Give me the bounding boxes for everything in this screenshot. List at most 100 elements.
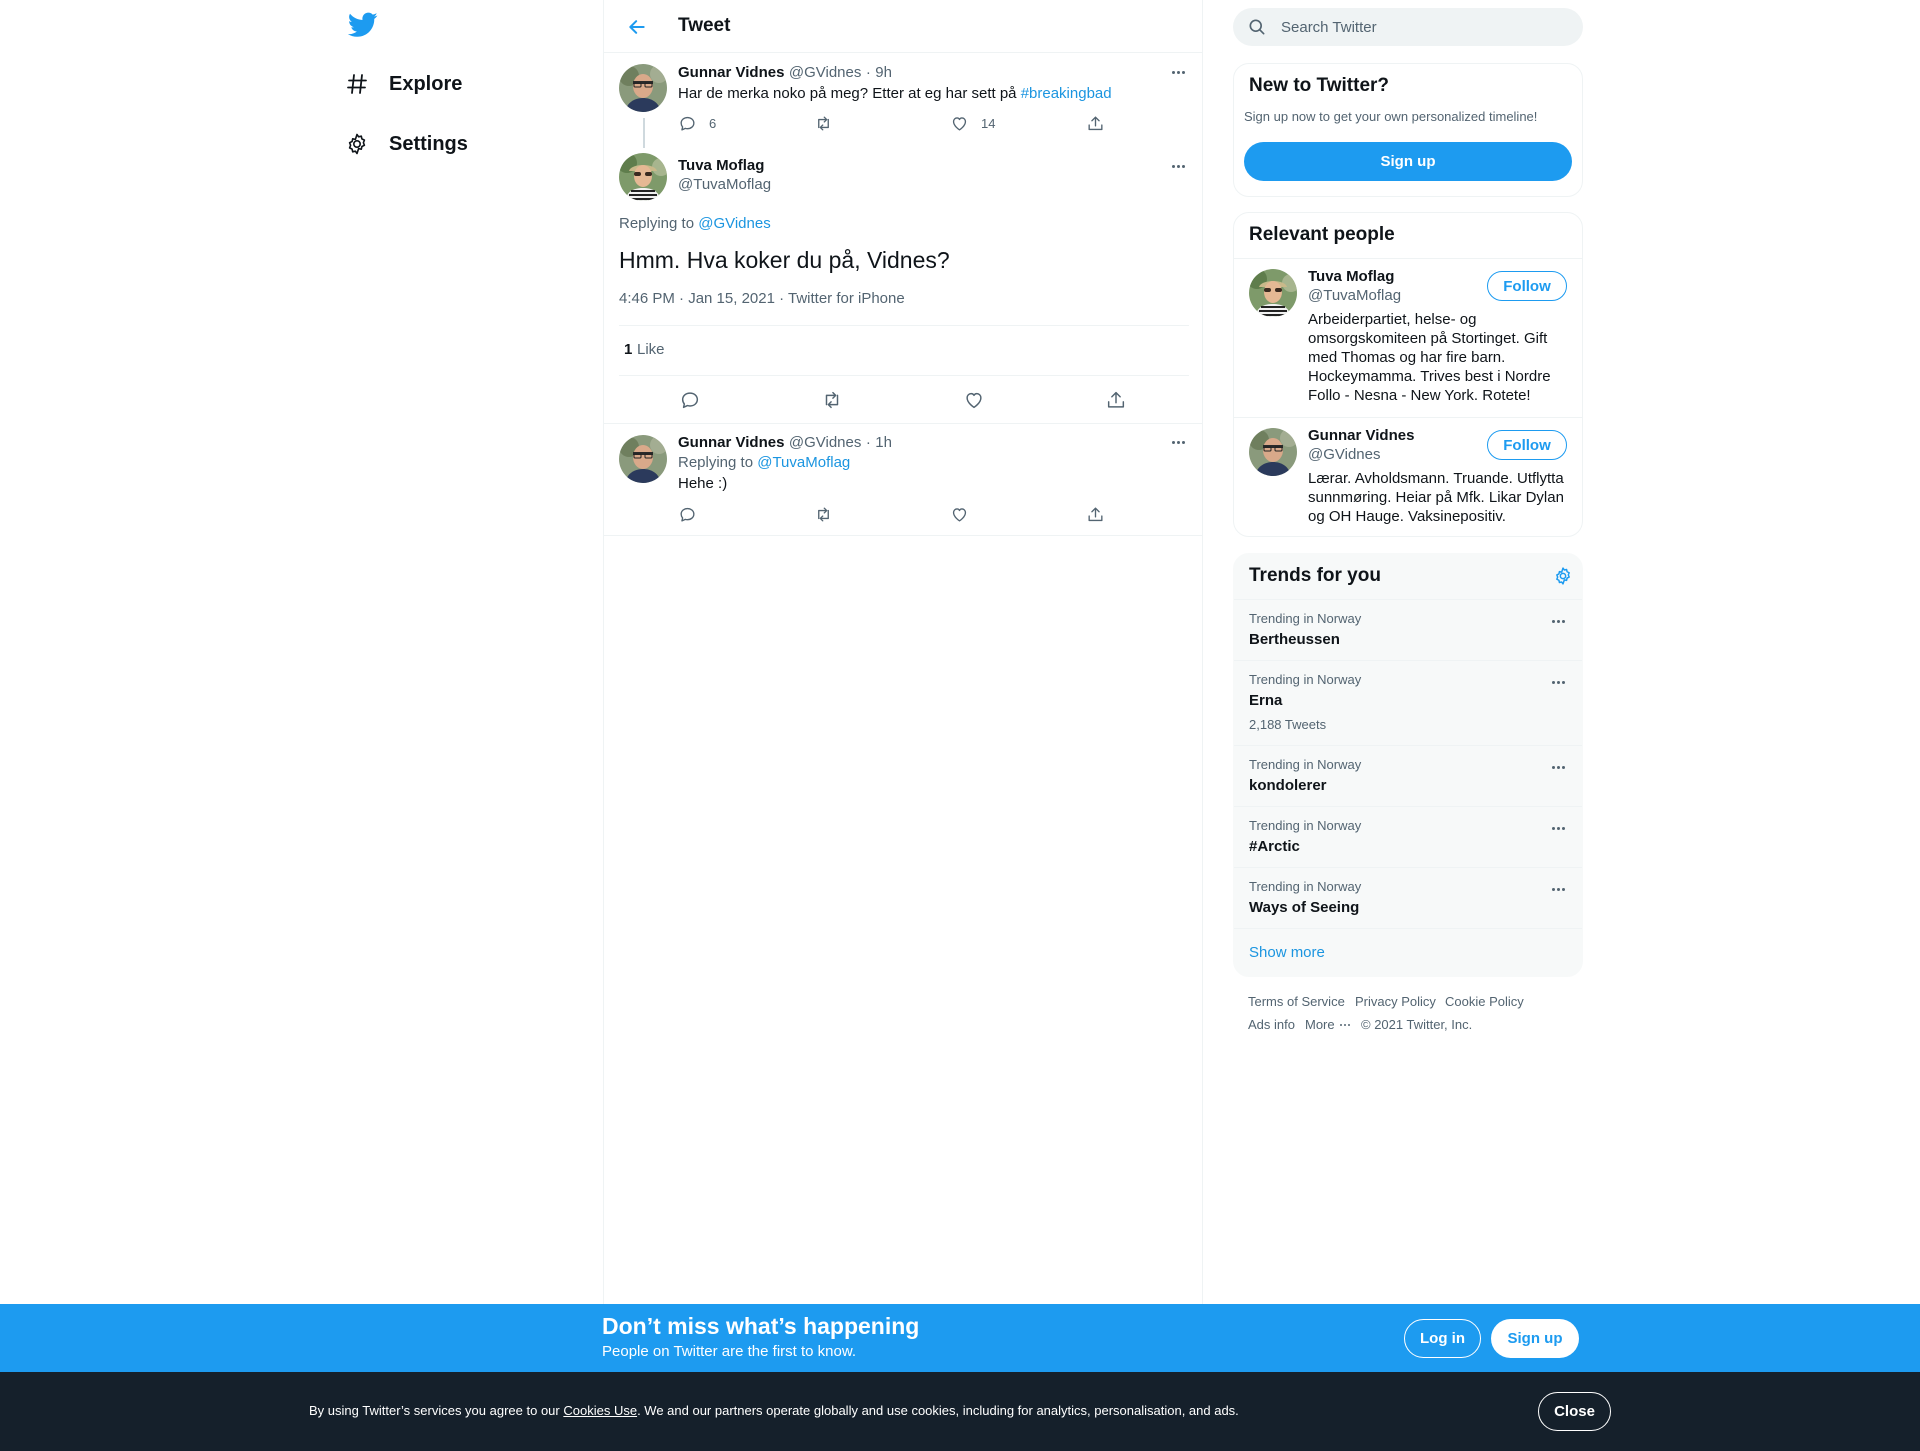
person-handle[interactable]: @GVidnes: [1308, 446, 1381, 463]
avatar[interactable]: [619, 435, 667, 483]
trend-item[interactable]: Trending in Norway Erna 2,188 Tweets: [1234, 660, 1582, 745]
like-button[interactable]: [950, 505, 969, 524]
back-button[interactable]: [624, 14, 650, 40]
trend-more-button[interactable]: [1547, 614, 1569, 628]
reply-icon: [679, 389, 701, 411]
person-item[interactable]: Gunnar Vidnes @GVidnes Follow Lærar. Avh…: [1234, 417, 1582, 537]
footer-link-more: More: [1305, 1017, 1335, 1032]
search-input[interactable]: [1281, 18, 1561, 36]
retweet-icon: [814, 114, 833, 133]
more-dots-icon: [1338, 1018, 1352, 1032]
avatar[interactable]: [1249, 428, 1297, 476]
like-count: 14: [981, 116, 996, 131]
author-handle[interactable]: @GVidnes: [789, 434, 862, 451]
share-button[interactable]: [1105, 389, 1127, 411]
more-options-button[interactable]: [1167, 65, 1189, 79]
show-more-row[interactable]: Show more: [1234, 928, 1582, 977]
replying-prefix: Replying to: [678, 454, 758, 471]
footer-link-privacy[interactable]: Privacy Policy: [1355, 994, 1436, 1009]
trend-more-button[interactable]: [1547, 882, 1569, 896]
follow-button[interactable]: Follow: [1487, 271, 1567, 301]
trend-name: kondolerer: [1249, 777, 1327, 794]
avatar[interactable]: [1249, 269, 1297, 317]
cookies-use-link[interactable]: Cookies Use: [563, 1403, 637, 1418]
like-button[interactable]: [963, 389, 985, 411]
cookie-bar: By using Twitter’s services you agree to…: [0, 1372, 1920, 1451]
trend-item[interactable]: Trending in Norway Bertheussen: [1234, 599, 1582, 660]
trends-settings-button[interactable]: [1553, 566, 1573, 586]
copyright: © 2021 Twitter, Inc.: [1361, 1017, 1473, 1032]
signup-button[interactable]: Sign up: [1491, 1319, 1579, 1358]
avatar[interactable]: [619, 64, 667, 112]
share-button[interactable]: [1086, 505, 1105, 524]
trend-more-button[interactable]: [1547, 760, 1569, 774]
author-handle[interactable]: @GVidnes: [789, 64, 862, 81]
author-name[interactable]: Gunnar Vidnes: [678, 434, 784, 451]
follow-button[interactable]: Follow: [1487, 430, 1567, 460]
reply-button[interactable]: [679, 389, 701, 411]
sidebar-signup-button[interactable]: Sign up: [1244, 142, 1572, 181]
show-more-link[interactable]: Show more: [1249, 944, 1325, 961]
nav-label: Explore: [389, 72, 463, 95]
trend-context: Trending in Norway: [1249, 672, 1362, 687]
tweet-text: Hmm. Hva koker du på, Vidnes?: [619, 247, 950, 273]
twitter-bird-icon[interactable]: [348, 12, 380, 42]
tweet-time[interactable]: 1h: [875, 434, 892, 451]
trend-item[interactable]: Trending in Norway kondolerer: [1234, 745, 1582, 806]
reply-button[interactable]: [678, 505, 697, 524]
reply-target-link[interactable]: @GVidnes: [698, 215, 771, 232]
reply-button[interactable]: 6: [678, 114, 716, 133]
card-title: Relevant people: [1249, 224, 1395, 245]
share-button[interactable]: [1086, 114, 1105, 133]
person-handle[interactable]: @TuvaMoflag: [1308, 287, 1401, 304]
footer-link-terms[interactable]: Terms of Service: [1248, 994, 1345, 1009]
tweet-column: Tweet Gunnar Vidnes @GVidnes · 9h Har de…: [603, 0, 1203, 1304]
retweet-button[interactable]: [821, 389, 843, 411]
person-bio: Lærar. Avholdsmann. Truande. Utflytta su…: [1308, 470, 1564, 525]
footer-link-cookie[interactable]: Cookie Policy: [1445, 994, 1524, 1009]
trend-name: #Arctic: [1249, 838, 1300, 855]
nav-item-explore[interactable]: Explore: [343, 64, 462, 104]
reply-target-link[interactable]: @TuvaMoflag: [757, 454, 850, 471]
search-bar[interactable]: [1233, 8, 1583, 46]
person-name[interactable]: Gunnar Vidnes: [1308, 427, 1414, 444]
share-icon: [1105, 389, 1127, 411]
card-title: New to Twitter?: [1249, 75, 1390, 96]
like-button[interactable]: 14: [950, 114, 995, 133]
reply-icon: [678, 505, 697, 524]
footer-more-button[interactable]: More: [1305, 1017, 1352, 1032]
close-button[interactable]: Close: [1538, 1392, 1611, 1431]
person-name[interactable]: Tuva Moflag: [1308, 268, 1394, 285]
thread-line: [643, 118, 645, 148]
signup-bar: Don’t miss what’s happening People on Tw…: [0, 1304, 1920, 1372]
author-handle[interactable]: @TuvaMoflag: [678, 176, 771, 193]
trend-more-button[interactable]: [1547, 821, 1569, 835]
more-options-button[interactable]: [1167, 159, 1189, 173]
tweet-time[interactable]: 9h: [875, 64, 892, 81]
login-button[interactable]: Log in: [1404, 1319, 1481, 1358]
trend-item[interactable]: Trending in Norway Ways of Seeing: [1234, 867, 1582, 928]
tweet-text-body: Har de merka noko på meg? Etter at eg ha…: [678, 85, 1021, 102]
reply-tweet[interactable]: Gunnar Vidnes @GVidnes · 1h Replying to …: [604, 425, 1202, 536]
author-name[interactable]: Tuva Moflag: [678, 157, 764, 174]
person-item[interactable]: Tuva Moflag @TuvaMoflag Follow Arbeiderp…: [1234, 258, 1582, 417]
author-name[interactable]: Gunnar Vidnes: [678, 64, 784, 81]
heart-icon: [963, 389, 985, 411]
trend-more-button[interactable]: [1547, 675, 1569, 689]
hashtag-link[interactable]: #breakingbad: [1021, 85, 1112, 102]
parent-tweet[interactable]: Gunnar Vidnes @GVidnes · 9h Har de merka…: [604, 54, 1202, 150]
likes-row[interactable]: 1 Like: [619, 325, 1189, 376]
signup-bar-subline: People on Twitter are the first to know.: [602, 1343, 857, 1360]
trend-item[interactable]: Trending in Norway #Arctic: [1234, 806, 1582, 867]
tweet-meta[interactable]: 4:46 PM · Jan 15, 2021 · Twitter for iPh…: [619, 290, 905, 307]
gear-icon: [1553, 566, 1573, 586]
trend-context: Trending in Norway: [1249, 757, 1362, 772]
footer-link-ads[interactable]: Ads info: [1248, 1017, 1295, 1032]
replying-prefix: Replying to: [619, 215, 699, 232]
avatar[interactable]: [619, 153, 667, 201]
nav-item-settings[interactable]: Settings: [343, 124, 468, 164]
retweet-button[interactable]: [814, 505, 833, 524]
search-icon: [1247, 17, 1267, 37]
retweet-button[interactable]: [814, 114, 833, 133]
more-options-button[interactable]: [1167, 435, 1189, 449]
